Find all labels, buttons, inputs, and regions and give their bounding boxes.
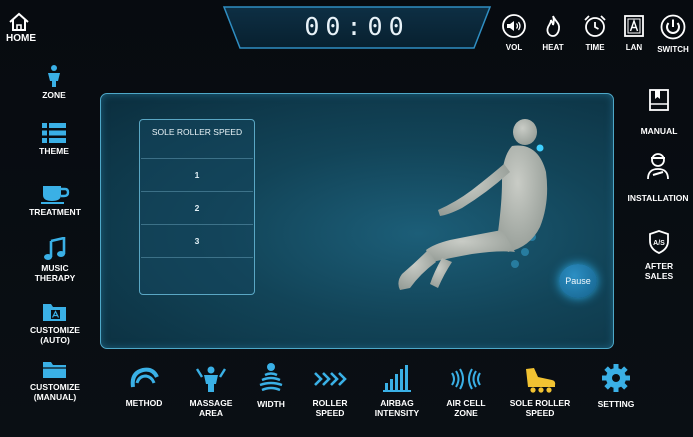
air-cell-zone-label-2: ZONE [454, 408, 478, 418]
bottom-item-width[interactable]: WIDTH [246, 362, 296, 409]
sidebar-item-music-therapy[interactable]: MUSIC THERAPY [20, 237, 90, 283]
time-label: TIME [585, 43, 605, 52]
sidebar-label-custom-manual-2: (MANUAL) [33, 392, 77, 402]
sidebar-label-treatment: TREATMENT [29, 207, 81, 217]
air-cell-zone-label-1: AIR CELL [446, 398, 486, 408]
flame-icon [546, 15, 561, 37]
vol-label: VOL [505, 43, 523, 52]
massage-area-label-1: MASSAGE [189, 398, 233, 408]
bottom-item-airbag-intensity[interactable]: AIRBAG INTENSITY [364, 363, 430, 418]
sidebar-label-custom-auto-1: CUSTOMIZE [30, 325, 80, 335]
airbag-intensity-icon [383, 365, 411, 392]
sidebar-label-custom-manual-1: CUSTOMIZE [30, 382, 80, 392]
sidebar-item-installation[interactable]: INSTALLATION [622, 151, 693, 203]
sidebar-label-music-2: THERAPY [34, 273, 76, 283]
body-zone-icon [48, 65, 60, 87]
gear-icon [602, 364, 630, 392]
home-icon [9, 12, 29, 31]
sidebar-item-customize-auto[interactable]: CUSTOMIZE (AUTO) [20, 301, 90, 345]
sole-roller-speed-label-2: SPEED [525, 408, 555, 418]
sidebar-label-custom-auto-2: (AUTO) [40, 335, 70, 345]
bottom-item-method[interactable]: METHOD [114, 365, 174, 408]
roller-speed-label-2: SPEED [315, 408, 345, 418]
setting-label: SETTING [597, 399, 635, 409]
after-sales-label-1: AFTER [644, 261, 674, 271]
vol-button[interactable]: VOL [493, 14, 535, 52]
massage-chair-figure [398, 119, 548, 290]
massage-area-label-2: AREA [198, 408, 224, 418]
sole-roller-speed-title: SOLE ROLLER SPEED [151, 127, 243, 137]
folder-auto-icon [43, 304, 66, 321]
massage-area-icon [195, 366, 227, 392]
sidebar-item-customize-manual[interactable]: CUSTOMIZE (MANUAL) [20, 360, 90, 402]
music-note-icon [44, 237, 66, 260]
speaker-icon [502, 14, 526, 38]
book-icon [649, 89, 669, 111]
installation-label: INSTALLATION [627, 193, 689, 203]
airbag-intensity-label-1: AIRBAG [380, 398, 414, 408]
sidebar-label-music-1: MUSIC [41, 263, 69, 273]
width-icon [259, 363, 283, 392]
bottom-item-setting[interactable]: SETTING [588, 363, 644, 409]
heat-label: HEAT [542, 43, 564, 52]
technician-icon [647, 153, 669, 180]
bottom-item-air-cell-zone[interactable]: AIR CELL ZONE [436, 365, 496, 418]
width-label: WIDTH [257, 399, 285, 409]
sidebar-item-manual[interactable]: MANUAL [628, 88, 690, 136]
timer-display: 00:00 [304, 12, 410, 41]
sidebar-item-theme[interactable]: THEME [25, 122, 83, 156]
roller-speed-icon [314, 372, 347, 386]
cup-icon [41, 186, 70, 204]
bottom-item-roller-speed[interactable]: ROLLER SPEED [300, 365, 360, 418]
after-sales-shield-icon: A/S [649, 230, 669, 254]
switch-button[interactable]: SWITCH [652, 14, 693, 54]
alarm-clock-icon [584, 15, 606, 37]
sole-roller-icon [526, 368, 556, 393]
svg-text:A/S: A/S [653, 240, 665, 247]
folder-manual-icon [43, 362, 66, 378]
bottom-item-sole-roller-speed[interactable]: SOLE ROLLER SPEED [500, 365, 580, 418]
language-icon [624, 15, 644, 37]
pause-button[interactable]: Pause [559, 264, 597, 298]
manual-label: MANUAL [640, 126, 678, 136]
sidebar-label-theme: THEME [39, 146, 69, 156]
airbag-intensity-label-2: INTENSITY [374, 408, 420, 418]
speed-option-3[interactable]: 3 [141, 224, 253, 258]
home-button[interactable]: HOME [6, 12, 50, 44]
sidebar-label-zone: ZONE [42, 90, 66, 100]
speed-option-2[interactable]: 2 [141, 191, 253, 224]
sidebar-item-zone[interactable]: ZONE [25, 64, 83, 100]
speed-option-1[interactable]: 1 [141, 158, 253, 191]
heat-button[interactable]: HEAT [532, 14, 574, 52]
time-button[interactable]: TIME [574, 14, 616, 52]
switch-label: SWITCH [657, 45, 689, 54]
air-cell-icon [451, 368, 481, 390]
method-icon [130, 367, 159, 388]
home-label: HOME [6, 33, 36, 44]
lan-label: LAN [625, 43, 643, 52]
sole-roller-speed-label-1: SOLE ROLLER [509, 398, 571, 408]
sidebar-item-after-sales[interactable]: A/S AFTER SALES [628, 229, 690, 281]
power-icon [660, 14, 686, 40]
roller-speed-label-1: ROLLER [312, 398, 348, 408]
bottom-item-massage-area[interactable]: MASSAGE AREA [180, 365, 242, 418]
list-icon [42, 123, 66, 143]
after-sales-label-2: SALES [644, 271, 674, 281]
sole-roller-speed-panel: SOLE ROLLER SPEED 1 2 3 [139, 119, 255, 295]
lan-button[interactable]: LAN [613, 14, 655, 52]
method-label: METHOD [125, 398, 163, 408]
sidebar-item-treatment[interactable]: TREATMENT [20, 183, 90, 217]
